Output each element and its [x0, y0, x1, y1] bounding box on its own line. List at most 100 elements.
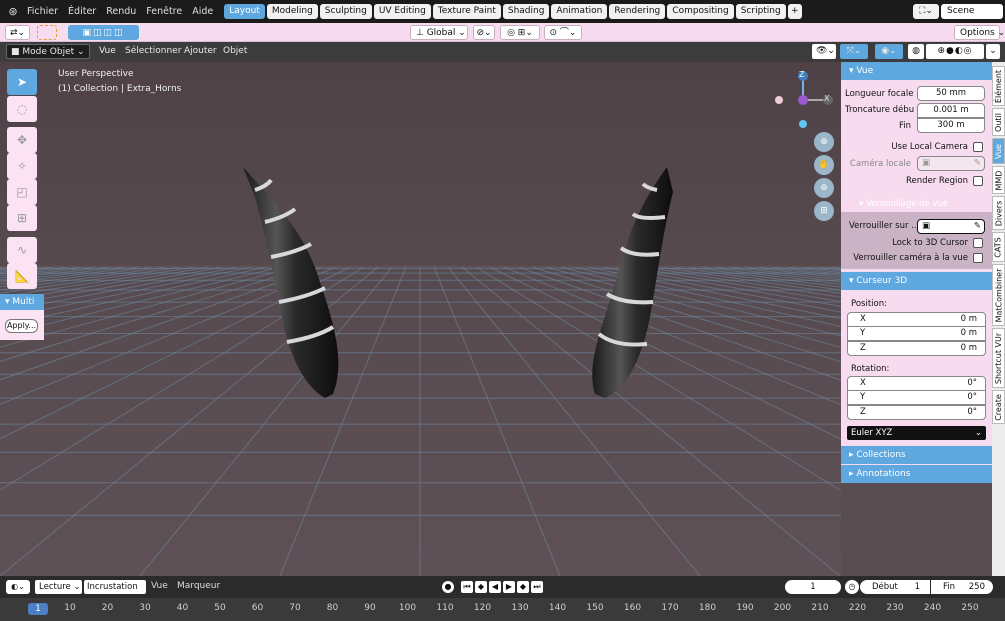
menu-fenetre[interactable]: Fenêtre	[141, 0, 187, 23]
pivot-select[interactable]: ⊘⌄	[473, 25, 495, 40]
add-workspace-button[interactable]: +	[787, 4, 802, 19]
lock-camera-checkbox[interactable]	[973, 253, 983, 263]
rotate-tool-button[interactable]: ✧	[7, 153, 37, 179]
move-tool-button[interactable]: ✥	[7, 127, 37, 153]
tab-vue[interactable]: Vue	[992, 138, 1005, 164]
tab-outil[interactable]: Outil	[992, 108, 1005, 136]
lock-to-object-field[interactable]: ▣ ✎	[917, 219, 985, 234]
horn-left[interactable]	[235, 162, 375, 407]
timeline-view-menu[interactable]: Vue	[151, 581, 168, 591]
tab-divers[interactable]: Divers	[992, 196, 1005, 230]
menu-objet[interactable]: Objet	[219, 44, 251, 59]
cursor-rotation-z[interactable]: Z 0°	[847, 405, 986, 420]
frame-tick-label[interactable]: 1	[28, 603, 48, 615]
frame-start-field[interactable]: Début 1	[860, 580, 930, 594]
current-frame-field[interactable]: 1	[785, 580, 841, 594]
mode-select[interactable]: ■ Mode Objet ⌄	[6, 44, 90, 59]
timeline-editor-type[interactable]: ◐⌄	[6, 580, 30, 594]
tab-compositing[interactable]: Compositing	[667, 4, 734, 19]
measure-tool-button[interactable]: 📐	[7, 263, 37, 289]
camera-view-button[interactable]: ⊛	[814, 178, 834, 198]
ortho-toggle-button[interactable]: ⊞	[814, 201, 834, 221]
shading-modes[interactable]: ⊕●◐◎	[926, 44, 984, 59]
gizmo-toggle[interactable]: ⤧⌄	[840, 44, 868, 59]
transform-tool-button[interactable]: ⊞	[7, 205, 37, 231]
playback-dropdown[interactable]: Lecture ⌄	[35, 580, 82, 594]
pan-button[interactable]: ✋	[814, 155, 834, 175]
prev-keyframe-button[interactable]: ◆	[475, 581, 487, 593]
view-lock-subheader[interactable]: ▾ Verrouillage de vue	[859, 199, 948, 209]
horn-right[interactable]	[555, 162, 695, 407]
menu-editer[interactable]: Éditer	[63, 0, 101, 23]
shading-options[interactable]: ⌄	[986, 44, 1000, 59]
focal-length-field[interactable]: 50 mm	[917, 86, 985, 101]
play-button[interactable]: ▶	[503, 581, 515, 593]
jump-end-button[interactable]: ⏭	[531, 581, 543, 593]
section-collections-header[interactable]: ▸ Collections	[841, 446, 992, 464]
blender-logo-icon[interactable]: ⊛	[4, 5, 22, 18]
jump-start-button[interactable]: ⏮	[461, 581, 473, 593]
cursor-tool-button[interactable]: ◌	[7, 96, 37, 122]
proportional-edit-toggle[interactable]: ⊙ ⌒⌄	[544, 25, 582, 40]
menu-fichier[interactable]: Fichier	[22, 0, 63, 23]
cursor-rotation-x[interactable]: X 0°	[847, 376, 986, 391]
use-local-camera-checkbox[interactable]	[973, 142, 983, 152]
scene-selector-icon[interactable]: ⛶⌄	[913, 4, 939, 19]
local-camera-field[interactable]: ▣ ✎	[917, 156, 985, 171]
cursor-position-x[interactable]: X0 m	[847, 312, 986, 327]
menu-selectionner[interactable]: Sélectionner	[121, 44, 185, 59]
keying-dropdown[interactable]: Incrustation ⌄	[84, 580, 146, 606]
selection-mode-buttons[interactable]: ▣◫◫◫	[68, 25, 139, 40]
timeline-ruler[interactable]: 1 10 20 30 40 50 60 70 80 90 100 110 120 130 140 150 160…	[0, 598, 1005, 621]
tab-cats[interactable]: CATS	[992, 232, 1005, 262]
preview-range-toggle[interactable]: ◷	[845, 580, 859, 594]
cursor-rotation-y[interactable]: Y 0°	[847, 390, 986, 405]
xray-toggle[interactable]: ◍	[908, 44, 924, 59]
next-keyframe-button[interactable]: ◆	[517, 581, 529, 593]
frame-end-field[interactable]: Fin 250	[931, 580, 993, 594]
section-cursor-header[interactable]: ▾ Curseur 3D	[841, 272, 992, 290]
menu-ajouter[interactable]: Ajouter	[180, 44, 221, 59]
record-button[interactable]: ●	[442, 581, 454, 593]
tab-mmd[interactable]: MMD	[992, 166, 1005, 194]
clip-start-field[interactable]: 0.001 m	[917, 103, 985, 118]
navigation-gizmo[interactable]: Z X	[770, 66, 836, 136]
tab-shortcut-vur[interactable]: Shortcut VUr	[992, 328, 1005, 388]
overlays-toggle[interactable]: ◉⌄	[875, 44, 903, 59]
render-region-checkbox[interactable]	[973, 176, 983, 186]
operator-panel-header[interactable]: ▾ Multi	[0, 294, 44, 310]
select-box-icon[interactable]	[37, 25, 57, 40]
scale-tool-button[interactable]: ◰	[7, 179, 37, 205]
tab-rendering[interactable]: Rendering	[609, 4, 666, 19]
tab-uv-editing[interactable]: UV Editing	[373, 4, 431, 19]
zoom-button[interactable]: ⊕	[814, 132, 834, 152]
tab-layout[interactable]: Layout	[224, 4, 265, 19]
play-reverse-button[interactable]: ◀	[489, 581, 501, 593]
scene-name-field[interactable]: Scene	[941, 4, 1003, 19]
snap-toggle[interactable]: ◎ ⊞⌄	[500, 25, 540, 40]
tab-element[interactable]: Élément	[992, 66, 1005, 106]
tab-animation[interactable]: Animation	[551, 4, 608, 19]
cursor-position-y[interactable]: Y0 m	[847, 326, 986, 341]
lock-cursor-checkbox[interactable]	[973, 238, 983, 248]
apply-button[interactable]: Apply...	[5, 319, 38, 333]
tab-texture-paint[interactable]: Texture Paint	[432, 4, 501, 19]
tab-matcombiner[interactable]: MatCombiner	[992, 264, 1005, 326]
menu-rendu[interactable]: Rendu	[101, 0, 141, 23]
tab-sculpting[interactable]: Sculpting	[319, 4, 372, 19]
editor-type-button[interactable]: ⇄⌄	[5, 25, 30, 40]
visibility-toggle[interactable]: 👁⌄	[812, 44, 836, 59]
tab-scripting[interactable]: Scripting	[735, 4, 786, 19]
select-tool-button[interactable]: ➤	[7, 69, 37, 95]
3d-viewport[interactable]: User Perspective (1) Collection | Extra_…	[0, 62, 841, 576]
tab-shading[interactable]: Shading	[502, 4, 550, 19]
tab-create[interactable]: Create	[992, 390, 1005, 424]
timeline-marker-menu[interactable]: Marqueur	[177, 581, 220, 591]
tab-modeling[interactable]: Modeling	[266, 4, 318, 19]
cursor-position-z[interactable]: Z0 m	[847, 341, 986, 356]
rotation-mode-select[interactable]: Euler XYZ ⌄	[847, 426, 986, 440]
section-vue-header[interactable]: ▾ Vue	[841, 62, 992, 80]
options-dropdown[interactable]: Options ⌄	[954, 25, 1005, 40]
menu-vue[interactable]: Vue	[95, 44, 120, 59]
section-annotations-header[interactable]: ▸ Annotations	[841, 465, 992, 483]
